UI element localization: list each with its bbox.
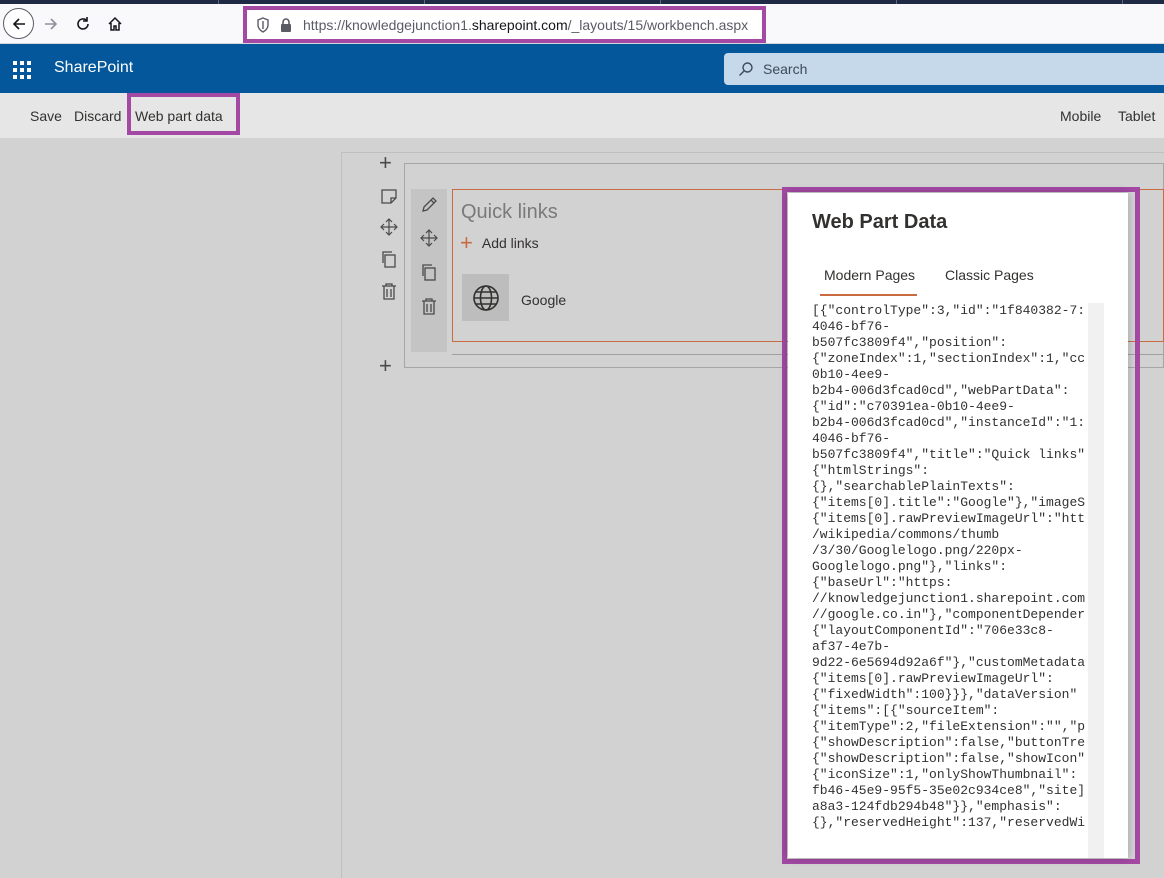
add-section-bottom-icon[interactable]: +: [379, 355, 392, 377]
arrow-right-icon: [45, 18, 58, 30]
json-line: {},"reservedHeight":137,"reservedWi: [812, 815, 1086, 830]
json-line: b2b4-006d3fcad0cd","instanceId":"1:: [812, 415, 1086, 430]
app-launcher-icon[interactable]: [13, 61, 31, 79]
reload-icon: [77, 17, 89, 30]
web-part-data-button[interactable]: Web part data: [135, 108, 223, 124]
json-line: {"itemType":2,"fileExtension":"","p: [812, 719, 1086, 734]
sharepoint-brand[interactable]: SharePoint: [54, 59, 133, 77]
json-line: {"items[0].title":"Google"},"imageS: [812, 495, 1086, 510]
json-line: {},"searchablePlainTexts":: [812, 479, 1015, 494]
add-links-button[interactable]: + Add links: [460, 230, 539, 255]
webpart-json-text[interactable]: [{"controlType":3,"id":"1f840382-7: 4046-…: [812, 303, 1104, 858]
json-line: {"htmlStrings":: [812, 463, 930, 478]
tab-classic-pages[interactable]: Classic Pages: [945, 267, 1034, 283]
web-part-data-panel: Web Part Data Modern Pages Classic Pages…: [788, 193, 1128, 858]
save-button[interactable]: Save: [30, 108, 62, 124]
json-line: b507fc3809f4","position":: [812, 335, 1008, 350]
json-line: /wikipedia/commons/thumb: [812, 527, 1000, 542]
json-line: 4046-bf76-: [812, 319, 891, 334]
json-line: {"items":[{"sourceItem":: [812, 703, 1000, 718]
url-text: https://knowledgejunction1.sharepoint.co…: [303, 16, 749, 33]
panel-title: Web Part Data: [812, 211, 948, 233]
json-line: a8a3-124fdb294b48"}},"emphasis":: [812, 799, 1062, 814]
json-line: {"id":"c70391ea-0b10-4ee9-: [812, 399, 1015, 414]
webpart-toolbar: [411, 189, 447, 352]
home-button[interactable]: [100, 9, 130, 39]
command-bar: Save Discard Web part data Mobile Tablet: [0, 93, 1164, 138]
plus-icon: +: [460, 230, 473, 255]
scrollbar[interactable]: ▲: [1088, 303, 1104, 858]
json-line: 0b10-4ee9-: [812, 367, 891, 382]
json-line: {"items[0].rawPreviewImageUrl":"htt: [812, 511, 1086, 526]
browser-toolbar: https://knowledgejunction1.sharepoint.co…: [0, 4, 1164, 44]
json-line: {"fixedWidth":100}}},"dataVersion": [812, 687, 1078, 702]
lock-icon: [281, 17, 291, 32]
json-line: Googlelogo.png"},"links":: [812, 559, 1008, 574]
json-line: b2b4-006d3fcad0cd","webPartData":: [812, 383, 1070, 398]
address-bar[interactable]: https://knowledgejunction1.sharepoint.co…: [243, 6, 766, 43]
move-webpart-icon[interactable]: [420, 229, 438, 247]
json-line: {"items[0].rawPreviewImageUrl":: [812, 671, 1054, 686]
tablet-preview-button[interactable]: Tablet: [1118, 108, 1155, 124]
json-line: 9d22-6e5694d92a6f"},"customMetadata: [812, 655, 1086, 670]
delete-webpart-icon[interactable]: [420, 297, 438, 315]
suite-bar: SharePoint Search: [0, 44, 1164, 93]
mobile-preview-button[interactable]: Mobile: [1060, 108, 1101, 124]
json-line: {"zoneIndex":1,"sectionIndex":1,"cc: [812, 351, 1086, 366]
tab-modern-pages[interactable]: Modern Pages: [824, 267, 915, 283]
add-section-top-icon[interactable]: +: [379, 152, 392, 174]
forward-button[interactable]: [36, 9, 66, 39]
json-line: fb46-45e9-95f5-35e02c934ce8","site]: [812, 783, 1086, 798]
shield-icon: [257, 16, 269, 33]
active-tab-indicator: [820, 294, 917, 296]
back-button[interactable]: [3, 8, 34, 39]
json-line: //knowledgejunction1.sharepoint.com: [812, 591, 1086, 606]
reload-button[interactable]: [68, 9, 98, 39]
arrow-left-icon: [12, 17, 25, 30]
json-line: {"layoutComponentId":"706e33c8-: [812, 623, 1054, 638]
json-line: //google.co.in"},"componentDepender: [812, 607, 1086, 622]
json-line: 4046-bf76-: [812, 431, 891, 446]
webpart-title[interactable]: Quick links: [461, 201, 558, 224]
duplicate-section-icon[interactable]: [380, 250, 398, 268]
search-icon: [739, 62, 753, 76]
json-line: {"showDescription":false,"buttonTre: [812, 735, 1086, 750]
edit-section-icon[interactable]: [380, 187, 398, 205]
search-box[interactable]: Search: [724, 53, 1164, 85]
delete-section-icon[interactable]: [380, 282, 398, 300]
edit-pencil-icon[interactable]: [420, 196, 438, 214]
duplicate-webpart-icon[interactable]: [420, 263, 438, 281]
json-line: {"showDescription":false,"showIcon": [812, 751, 1086, 766]
home-icon: [108, 16, 122, 31]
json-line: {"iconSize":1,"onlyShowThumbnail":: [812, 767, 1078, 782]
json-line: af37-4e7b-: [812, 639, 891, 654]
json-line: b507fc3809f4","title":"Quick links": [812, 447, 1086, 462]
add-links-label: Add links: [481, 235, 539, 251]
search-placeholder: Search: [763, 61, 808, 77]
move-section-icon[interactable]: [380, 218, 398, 236]
link-thumbnail[interactable]: [462, 274, 509, 321]
json-line: [{"controlType":3,"id":"1f840382-7:: [812, 303, 1086, 318]
globe-icon: [472, 284, 499, 311]
json-line: /3/30/Googlelogo.png/220px-: [812, 543, 1023, 558]
discard-button[interactable]: Discard: [74, 108, 121, 124]
json-line: {"baseUrl":"https:: [812, 575, 953, 590]
link-label-google[interactable]: Google: [521, 292, 566, 308]
